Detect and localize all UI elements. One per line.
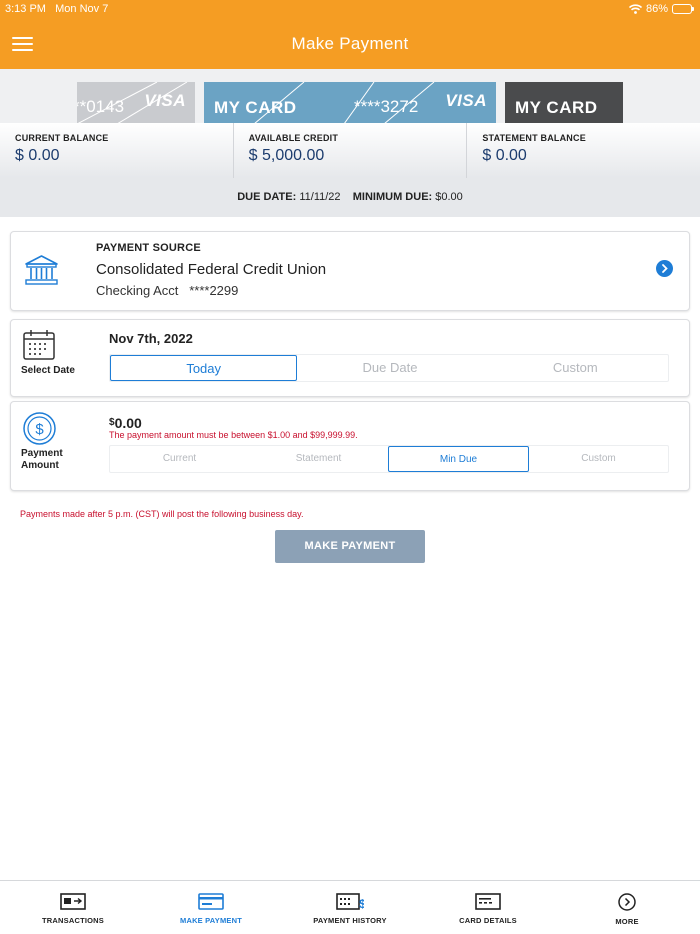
payment-source-panel[interactable]: PAYMENT SOURCE Consolidated Federal Cred… bbox=[10, 231, 690, 311]
current-balance: CURRENT BALANCE $ 0.00 bbox=[0, 123, 233, 178]
nav-payment-history-label: PAYMENT HISTORY bbox=[313, 916, 387, 925]
card-mask: **0143 bbox=[77, 97, 125, 116]
available-credit-value: $ 5,000.00 bbox=[248, 147, 325, 164]
cutoff-notice: Payments made after 5 p.m. (CST) will po… bbox=[20, 509, 304, 519]
statement-balance-value: $ 0.00 bbox=[482, 147, 527, 164]
nav-transactions[interactable]: TRANSACTIONS bbox=[38, 881, 108, 925]
card-mask: ****3272 bbox=[354, 97, 419, 116]
visa-logo: VISA bbox=[144, 91, 186, 110]
status-time: 3:13 PM Mon Nov 7 bbox=[5, 3, 108, 15]
transactions-icon bbox=[60, 893, 86, 910]
balance-summary: CURRENT BALANCE $ 0.00 AVAILABLE CREDIT … bbox=[0, 123, 700, 178]
selected-date: Nov 7th, 2022 bbox=[109, 331, 193, 346]
payment-amount-label-line2: Amount bbox=[21, 460, 59, 471]
payment-history-icon: $ bbox=[336, 893, 364, 910]
amount-error-message: The payment amount must be between $1.00… bbox=[109, 430, 358, 440]
date-option-custom[interactable]: Custom bbox=[483, 355, 668, 381]
amount-option-custom[interactable]: Custom bbox=[529, 446, 668, 472]
calendar-icon bbox=[23, 330, 55, 360]
visa-logo: VISA bbox=[445, 91, 487, 110]
date-option-due-date[interactable]: Due Date bbox=[297, 355, 482, 381]
date-options: Today Due Date Custom bbox=[109, 354, 669, 382]
statement-balance: STATEMENT BALANCE $ 0.00 bbox=[466, 123, 700, 178]
card-carousel[interactable]: **0143 VISA MY CARD ****3272 VISA MY CAR… bbox=[0, 69, 700, 123]
nav-make-payment[interactable]: MAKE PAYMENT bbox=[176, 881, 246, 925]
svg-text:$: $ bbox=[35, 421, 44, 438]
minimum-due-label: MINIMUM DUE: bbox=[352, 191, 433, 203]
payment-amount-label-line1: Payment bbox=[21, 448, 63, 459]
svg-text:$: $ bbox=[359, 897, 364, 910]
card-0143[interactable]: **0143 VISA bbox=[77, 82, 195, 123]
available-credit: AVAILABLE CREDIT $ 5,000.00 bbox=[232, 123, 467, 178]
current-balance-label: CURRENT BALANCE bbox=[15, 133, 109, 143]
nav-card-details[interactable]: CARD DETAILS bbox=[453, 881, 523, 925]
card-details-icon bbox=[475, 893, 501, 910]
minimum-due-value: $0.00 bbox=[435, 191, 463, 203]
payment-amount-panel: $ Payment Amount $0.00 The payment amoun… bbox=[10, 401, 690, 491]
due-date-value: 11/11/22 bbox=[299, 191, 341, 203]
make-payment-icon bbox=[198, 893, 224, 910]
payment-amount-value[interactable]: $0.00 bbox=[109, 415, 142, 431]
payment-amount-label: Payment Amount bbox=[21, 448, 81, 472]
more-icon bbox=[618, 893, 636, 911]
status-right: 86% bbox=[628, 3, 694, 15]
page-title: Make Payment bbox=[291, 34, 409, 53]
battery-icon bbox=[672, 4, 694, 14]
amount-option-statement[interactable]: Statement bbox=[249, 446, 388, 472]
payment-source-account: Checking Acct ****2299 bbox=[96, 283, 239, 298]
chevron-right-icon[interactable] bbox=[656, 260, 673, 277]
available-credit-label: AVAILABLE CREDIT bbox=[248, 133, 339, 143]
make-payment-button[interactable]: MAKE PAYMENT bbox=[275, 530, 425, 563]
nav-card-details-label: CARD DETAILS bbox=[459, 916, 517, 925]
nav-more-label: MORE bbox=[615, 917, 639, 926]
dollar-icon: $ bbox=[23, 412, 56, 445]
battery-percent: 86% bbox=[645, 3, 668, 15]
payment-source-title: PAYMENT SOURCE bbox=[96, 242, 201, 254]
card-3272[interactable]: MY CARD ****3272 VISA bbox=[204, 82, 496, 123]
amount-option-min-due[interactable]: Min Due bbox=[388, 446, 529, 472]
card-name: MY CARD bbox=[214, 98, 297, 117]
nav-transactions-label: TRANSACTIONS bbox=[42, 916, 104, 925]
bottom-navigation: TRANSACTIONS MAKE PAYMENT $ PAYMENT HIST… bbox=[0, 880, 700, 934]
status-time-text: 3:13 PM bbox=[5, 3, 46, 15]
amount-option-current[interactable]: Current bbox=[110, 446, 249, 472]
statement-balance-label: STATEMENT BALANCE bbox=[482, 133, 586, 143]
payment-source-name: Consolidated Federal Credit Union bbox=[96, 261, 327, 278]
card-name: MY CARD bbox=[515, 98, 598, 117]
wifi-icon bbox=[628, 4, 642, 14]
due-date-label: DUE DATE: bbox=[237, 191, 297, 203]
due-info-bar: DUE DATE: 11/11/22 MINIMUM DUE: $0.00 bbox=[0, 178, 700, 217]
amount-options: Current Statement Min Due Custom bbox=[109, 445, 669, 473]
app-header: 3:13 PM Mon Nov 7 86% Make Payment bbox=[0, 0, 700, 69]
current-balance-value: $ 0.00 bbox=[15, 147, 60, 164]
select-date-panel: Select Date Nov 7th, 2022 Today Due Date… bbox=[10, 319, 690, 397]
nav-make-payment-label: MAKE PAYMENT bbox=[180, 916, 242, 925]
select-date-label: Select Date bbox=[21, 365, 75, 376]
status-date-text: Mon Nov 7 bbox=[55, 3, 109, 15]
amount-number: 0.00 bbox=[114, 415, 142, 431]
card-third[interactable]: MY CARD bbox=[505, 82, 623, 123]
nav-payment-history[interactable]: $ PAYMENT HISTORY bbox=[310, 881, 390, 925]
date-option-today[interactable]: Today bbox=[110, 355, 298, 381]
nav-more[interactable]: MORE bbox=[602, 881, 652, 926]
status-bar: 3:13 PM Mon Nov 7 86% bbox=[0, 3, 700, 19]
bank-icon bbox=[25, 255, 58, 285]
